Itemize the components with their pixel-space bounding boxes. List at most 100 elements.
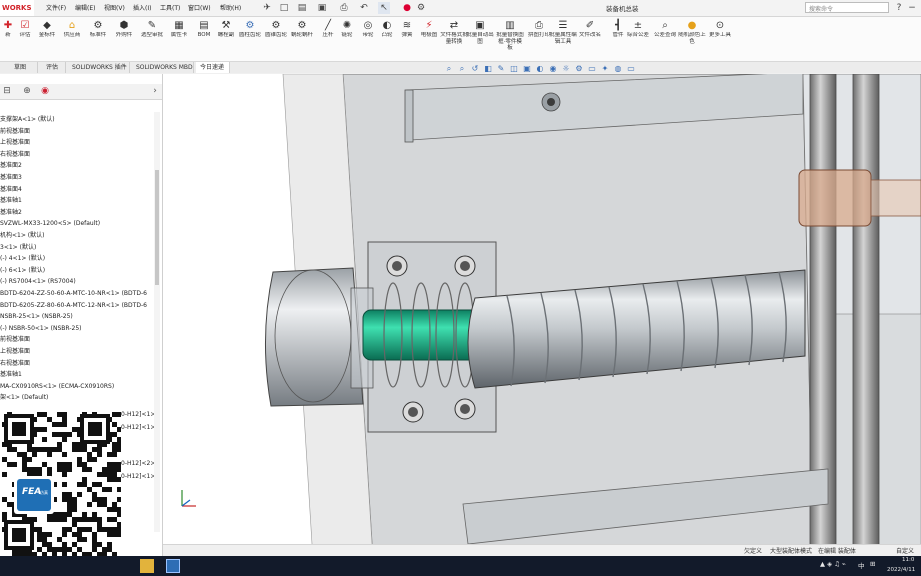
tree-item[interactable]: SVZWL-MX33-1200<5> (Default) bbox=[0, 219, 100, 228]
tab-2[interactable]: SOLIDWORKS 插件 bbox=[68, 62, 130, 73]
ribbon-tool-tolerance-query[interactable]: ⌕ 公差查询 bbox=[651, 19, 679, 59]
tree-item[interactable]: BDTD-6204-ZZ-50-60-A-MTC-10-NR<1> (BDTD-… bbox=[0, 289, 147, 298]
solidworks-logo[interactable]: WORKS bbox=[0, 0, 34, 16]
clock-date[interactable]: 2022/4/11 bbox=[887, 567, 915, 573]
menu-item[interactable]: 窗口(W) bbox=[188, 3, 211, 12]
tree-item[interactable]: 支撑架A<1> (默认) bbox=[0, 115, 55, 124]
graphics-viewport[interactable] bbox=[163, 74, 921, 560]
previous-view-icon[interactable]: ↺ bbox=[470, 64, 480, 74]
ribbon-tool-rename[interactable]: ✐ 文件改名 bbox=[576, 19, 604, 59]
ribbon-tool-purchased-part[interactable]: ⬢ 外购件 bbox=[110, 19, 138, 59]
tree-item[interactable]: 机构<1> (默认) bbox=[0, 231, 44, 240]
ribbon-tool-electrode[interactable]: ⚡ 电极图 bbox=[415, 19, 443, 59]
menu-item[interactable]: 帮助(H) bbox=[220, 3, 241, 12]
ribbon-tool-random-color[interactable]: ● 随机颜色上色 bbox=[678, 19, 706, 59]
apply-scene-icon[interactable]: ◍ bbox=[613, 64, 623, 74]
file-explorer-icon[interactable] bbox=[140, 559, 154, 573]
tray-icons[interactable]: ▲ ◈ ♫ ⌁ bbox=[820, 560, 846, 568]
tree-item[interactable]: (-) NSBR-50<1> (NSBR-25) bbox=[0, 324, 82, 333]
solidworks-taskbar-icon[interactable] bbox=[166, 559, 180, 573]
tree-item[interactable]: 前视基准面 bbox=[0, 127, 30, 136]
options-icon[interactable]: ⚙ bbox=[415, 2, 427, 14]
ime-icon[interactable]: ⊞ bbox=[870, 560, 875, 568]
tree-item[interactable]: 基准轴1 bbox=[0, 196, 22, 205]
render-icon[interactable]: ✦ bbox=[600, 64, 610, 74]
ribbon-tool-bevel-gear[interactable]: ⚙ 圆锥齿轮 bbox=[262, 19, 290, 59]
feature-manager-icon[interactable]: ⊟ bbox=[0, 85, 14, 98]
status-units[interactable]: 自定义 bbox=[896, 546, 914, 555]
ribbon-tool-standard-part[interactable]: ⚙ 标准件 bbox=[84, 19, 112, 59]
clock-time[interactable]: 11:0 bbox=[902, 557, 914, 563]
menu-item[interactable]: 插入(I) bbox=[133, 3, 151, 12]
tree-item-partial[interactable]: 0-H12]<1> bbox=[121, 423, 155, 432]
ribbon-tool-worm-gear[interactable]: ⚙ 蜗轮蜗杆 bbox=[288, 19, 316, 59]
menu-item[interactable]: 文件(F) bbox=[46, 3, 66, 12]
ribbon-tool-tolerance[interactable]: ± 综合公差 bbox=[624, 19, 652, 59]
minimize-icon[interactable]: − bbox=[906, 2, 918, 14]
select-icon[interactable]: ↖ bbox=[378, 2, 390, 14]
tree-item[interactable]: (-) 4<1> (默认) bbox=[0, 254, 45, 263]
tree-item[interactable]: 基准面2 bbox=[0, 161, 22, 170]
display-style-icon[interactable]: ▣ bbox=[522, 64, 532, 74]
tree-item[interactable]: (-) RS7004<1> (RS7004) bbox=[0, 277, 76, 286]
ribbon-tool-batch-convert[interactable]: ⇄ 文件格式批量转换 bbox=[440, 19, 468, 59]
tree-item[interactable]: MA-CX0910RS<1> (ECMA-CX0910RS) bbox=[0, 382, 114, 391]
menu-item[interactable]: 工具(T) bbox=[160, 3, 180, 12]
tree-item[interactable]: 右视基准面 bbox=[0, 150, 30, 159]
view-orientation-icon[interactable]: ◫ bbox=[509, 64, 519, 74]
zoom-area-icon[interactable]: ⌕ bbox=[457, 64, 467, 74]
tree-item[interactable]: NSBR-25<1> (NSBR-25) bbox=[0, 312, 73, 321]
save-icon[interactable]: ▣ bbox=[316, 2, 328, 14]
tree-item[interactable]: 基准面4 bbox=[0, 185, 22, 194]
ribbon-tool-property-card[interactable]: ▦ 属性卡 bbox=[165, 19, 193, 59]
section-view-icon[interactable]: ◧ bbox=[483, 64, 493, 74]
ribbon-tool-gold-part[interactable]: ◆ 金标件 bbox=[33, 19, 61, 59]
rebuild-icon[interactable]: ● bbox=[401, 2, 413, 14]
axis-triad[interactable] bbox=[176, 486, 202, 512]
ribbon-tool-supplier[interactable]: ⌂ 供应商 bbox=[58, 19, 86, 59]
tab-4[interactable]: 今日速递 bbox=[196, 62, 230, 73]
tab-0[interactable]: 草图 bbox=[10, 62, 38, 73]
ribbon-tool-spur-gear[interactable]: ⚙ 圆柱齿轮 bbox=[236, 19, 264, 59]
tree-item[interactable]: (-) 6<1> (默认) bbox=[0, 266, 45, 275]
edit-appearance-icon[interactable]: ◉ bbox=[548, 64, 558, 74]
ribbon-tool-approval[interactable]: ✎ 选型审批 bbox=[138, 19, 166, 59]
tree-item[interactable]: 3<1> (默认) bbox=[0, 243, 36, 252]
print-icon[interactable]: ⎙ bbox=[338, 2, 350, 14]
tree-item[interactable]: 基准轴2 bbox=[0, 208, 22, 217]
ribbon-tool-batch-property[interactable]: ☰ 批量属性编辑工具 bbox=[549, 19, 577, 59]
menu-item[interactable]: 视图(V) bbox=[104, 3, 125, 12]
ime-indicator[interactable]: 中 bbox=[858, 560, 865, 570]
tree-item-partial[interactable]: 0-H12]<1> bbox=[121, 410, 155, 419]
new-doc-icon[interactable]: □ bbox=[278, 2, 290, 14]
monitor-icon[interactable]: ▭ bbox=[626, 64, 636, 74]
undo-icon[interactable]: ↶ bbox=[358, 2, 370, 14]
tree-item[interactable]: 架<1> (Default) bbox=[0, 393, 48, 402]
zoom-fit-icon[interactable]: ⌕ bbox=[444, 64, 454, 74]
scene-icon[interactable]: ☼ bbox=[561, 64, 571, 74]
tree-item[interactable]: 前视基准面 bbox=[0, 335, 30, 344]
tree-item[interactable]: 上视基准面 bbox=[0, 347, 30, 356]
tree-item[interactable]: 上视基准面 bbox=[0, 138, 30, 147]
tree-item[interactable]: 基准面3 bbox=[0, 173, 22, 182]
ribbon-tool-replace-template[interactable]: ▥ 批量替换图框·零件模板 bbox=[496, 19, 524, 59]
display-icon[interactable]: ▭ bbox=[587, 64, 597, 74]
tree-item[interactable]: 基准轴1 bbox=[0, 370, 22, 379]
appearance-icon[interactable]: ◉ bbox=[38, 85, 52, 98]
view-settings-icon[interactable]: ⚙ bbox=[574, 64, 584, 74]
tree-item-partial[interactable]: 0-H12]<1> bbox=[121, 472, 155, 481]
tree-scroll-thumb[interactable] bbox=[155, 170, 159, 285]
help-icon[interactable]: ? bbox=[893, 2, 905, 14]
ribbon-tool-auto-drawing[interactable]: ▣ 批量自动出图 bbox=[466, 19, 494, 59]
open-icon[interactable]: ▤ bbox=[296, 2, 308, 14]
tree-item-partial[interactable]: 0-H12]<2> bbox=[121, 459, 155, 468]
pin-icon[interactable]: ✈ bbox=[261, 2, 273, 14]
hide-show-icon[interactable]: ◐ bbox=[535, 64, 545, 74]
tree-item[interactable]: BDTD-6205-ZZ-80-60-A-MTC-12-NR<1> (BDTD-… bbox=[0, 301, 147, 310]
dynamic-annotation-icon[interactable]: ✎ bbox=[496, 64, 506, 74]
tree-item[interactable]: 右视基准面 bbox=[0, 359, 30, 368]
panel-expand-icon[interactable]: › bbox=[148, 85, 162, 98]
property-manager-icon[interactable]: ⊕ bbox=[20, 85, 34, 98]
search-input[interactable]: 搜索命令 bbox=[805, 2, 889, 13]
tab-1[interactable]: 评估 bbox=[42, 62, 66, 73]
